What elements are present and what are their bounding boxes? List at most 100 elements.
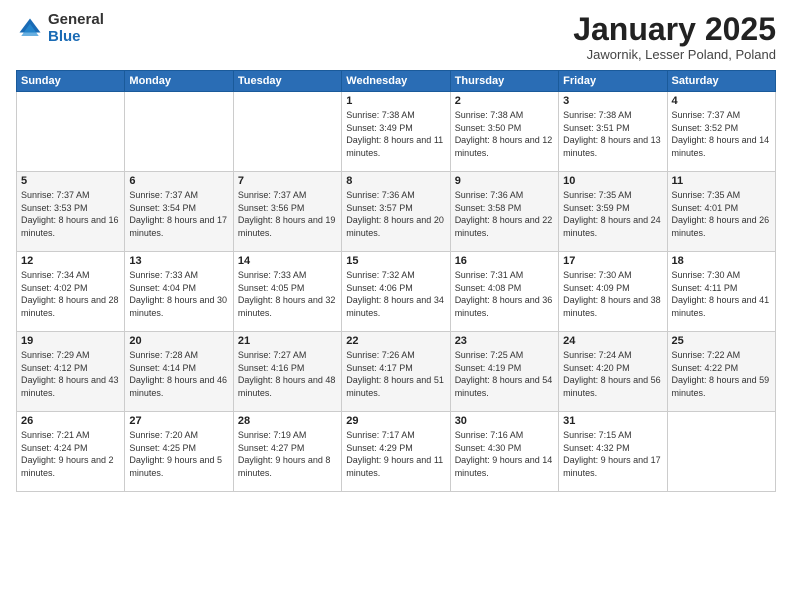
header: General Blue January 2025 Jawornik, Less…	[16, 12, 776, 62]
day-number: 14	[238, 255, 337, 267]
calendar-cell: 10 Sunrise: 7:35 AMSunset: 3:59 PMDayligh…	[559, 172, 667, 252]
day-info: Sunrise: 7:21 AMSunset: 4:24 PMDaylight:…	[21, 430, 114, 478]
calendar-cell: 18 Sunrise: 7:30 AMSunset: 4:11 PMDayligh…	[667, 252, 775, 332]
calendar-cell: 4 Sunrise: 7:37 AMSunset: 3:52 PMDaylight…	[667, 92, 775, 172]
day-number: 10	[563, 175, 662, 187]
calendar-cell: 12 Sunrise: 7:34 AMSunset: 4:02 PMDayligh…	[17, 252, 125, 332]
calendar-cell: 30 Sunrise: 7:16 AMSunset: 4:30 PMDayligh…	[450, 412, 558, 492]
day-info: Sunrise: 7:28 AMSunset: 4:14 PMDaylight:…	[129, 350, 227, 398]
day-info: Sunrise: 7:38 AMSunset: 3:50 PMDaylight:…	[455, 110, 553, 158]
day-info: Sunrise: 7:37 AMSunset: 3:52 PMDaylight:…	[672, 110, 770, 158]
calendar-table: Sunday Monday Tuesday Wednesday Thursday…	[16, 70, 776, 492]
day-info: Sunrise: 7:37 AMSunset: 3:54 PMDaylight:…	[129, 190, 227, 238]
calendar-cell: 11 Sunrise: 7:35 AMSunset: 4:01 PMDayligh…	[667, 172, 775, 252]
calendar-cell: 3 Sunrise: 7:38 AMSunset: 3:51 PMDaylight…	[559, 92, 667, 172]
day-number: 8	[346, 175, 445, 187]
day-info: Sunrise: 7:17 AMSunset: 4:29 PMDaylight:…	[346, 430, 443, 478]
day-info: Sunrise: 7:38 AMSunset: 3:51 PMDaylight:…	[563, 110, 661, 158]
calendar-cell: 16 Sunrise: 7:31 AMSunset: 4:08 PMDayligh…	[450, 252, 558, 332]
calendar-subtitle: Jawornik, Lesser Poland, Poland	[573, 47, 776, 62]
day-info: Sunrise: 7:36 AMSunset: 3:57 PMDaylight:…	[346, 190, 444, 238]
calendar-week-2: 5Sunrise: 7:37 AMSunset: 3:53 PMDaylight…	[17, 172, 776, 252]
day-info: Sunrise: 7:15 AMSunset: 4:32 PMDaylight:…	[563, 430, 661, 478]
calendar-cell: 15 Sunrise: 7:32 AMSunset: 4:06 PMDayligh…	[342, 252, 450, 332]
calendar-cell: 2Sunrise: 7:38 AMSunset: 3:50 PMDaylight…	[450, 92, 558, 172]
day-number: 28	[238, 415, 337, 427]
calendar-cell: 17 Sunrise: 7:30 AMSunset: 4:09 PMDayligh…	[559, 252, 667, 332]
day-number: 4	[672, 95, 771, 107]
calendar-cell: 23Sunrise: 7:25 AMSunset: 4:19 PMDayligh…	[450, 332, 558, 412]
day-info: Sunrise: 7:34 AMSunset: 4:02 PMDaylight:…	[21, 270, 119, 318]
calendar-week-1: 1 Sunrise: 7:38 AMSunset: 3:49 PMDaylight…	[17, 92, 776, 172]
calendar-title: January 2025	[573, 12, 776, 47]
calendar-cell: 24Sunrise: 7:24 AMSunset: 4:20 PMDayligh…	[559, 332, 667, 412]
day-info: Sunrise: 7:35 AMSunset: 3:59 PMDaylight:…	[563, 190, 661, 238]
calendar-week-5: 26 Sunrise: 7:21 AMSunset: 4:24 PMDayligh…	[17, 412, 776, 492]
day-info: Sunrise: 7:33 AMSunset: 4:05 PMDaylight:…	[238, 270, 336, 318]
calendar-week-3: 12 Sunrise: 7:34 AMSunset: 4:02 PMDayligh…	[17, 252, 776, 332]
day-info: Sunrise: 7:35 AMSunset: 4:01 PMDaylight:…	[672, 190, 770, 238]
day-number: 16	[455, 255, 554, 267]
day-number: 26	[21, 415, 120, 427]
calendar-cell: 20 Sunrise: 7:28 AMSunset: 4:14 PMDayligh…	[125, 332, 233, 412]
page: General Blue January 2025 Jawornik, Less…	[0, 0, 792, 612]
day-number: 11	[672, 175, 771, 187]
logo-icon	[16, 15, 44, 43]
day-number: 13	[129, 255, 228, 267]
calendar-cell: 27Sunrise: 7:20 AMSunset: 4:25 PMDayligh…	[125, 412, 233, 492]
day-number: 27	[129, 415, 228, 427]
col-monday: Monday	[125, 71, 233, 92]
logo-general-text: General	[48, 12, 104, 29]
day-number: 1	[346, 95, 445, 107]
calendar-cell: 9Sunrise: 7:36 AMSunset: 3:58 PMDaylight…	[450, 172, 558, 252]
col-thursday: Thursday	[450, 71, 558, 92]
calendar-cell	[233, 92, 341, 172]
day-info: Sunrise: 7:26 AMSunset: 4:17 PMDaylight:…	[346, 350, 444, 398]
calendar-week-4: 19Sunrise: 7:29 AMSunset: 4:12 PMDayligh…	[17, 332, 776, 412]
day-number: 29	[346, 415, 445, 427]
day-info: Sunrise: 7:37 AMSunset: 3:53 PMDaylight:…	[21, 190, 119, 238]
day-number: 15	[346, 255, 445, 267]
calendar-cell: 8 Sunrise: 7:36 AMSunset: 3:57 PMDaylight…	[342, 172, 450, 252]
calendar-cell	[667, 412, 775, 492]
day-info: Sunrise: 7:33 AMSunset: 4:04 PMDaylight:…	[129, 270, 227, 318]
header-row: Sunday Monday Tuesday Wednesday Thursday…	[17, 71, 776, 92]
day-info: Sunrise: 7:30 AMSunset: 4:11 PMDaylight:…	[672, 270, 770, 318]
calendar-cell: 25 Sunrise: 7:22 AMSunset: 4:22 PMDayligh…	[667, 332, 775, 412]
day-info: Sunrise: 7:16 AMSunset: 4:30 PMDaylight:…	[455, 430, 553, 478]
day-number: 25	[672, 335, 771, 347]
day-info: Sunrise: 7:31 AMSunset: 4:08 PMDaylight:…	[455, 270, 553, 318]
calendar-cell: 1 Sunrise: 7:38 AMSunset: 3:49 PMDaylight…	[342, 92, 450, 172]
day-info: Sunrise: 7:22 AMSunset: 4:22 PMDaylight:…	[672, 350, 770, 398]
day-number: 6	[129, 175, 228, 187]
day-number: 20	[129, 335, 228, 347]
calendar-cell: 7Sunrise: 7:37 AMSunset: 3:56 PMDaylight…	[233, 172, 341, 252]
day-info: Sunrise: 7:25 AMSunset: 4:19 PMDaylight:…	[455, 350, 553, 398]
calendar-cell: 31Sunrise: 7:15 AMSunset: 4:32 PMDayligh…	[559, 412, 667, 492]
day-info: Sunrise: 7:38 AMSunset: 3:49 PMDaylight:…	[346, 110, 443, 158]
calendar-cell: 29 Sunrise: 7:17 AMSunset: 4:29 PMDayligh…	[342, 412, 450, 492]
day-number: 24	[563, 335, 662, 347]
day-number: 12	[21, 255, 120, 267]
logo-blue-text: Blue	[48, 29, 104, 46]
col-friday: Friday	[559, 71, 667, 92]
col-sunday: Sunday	[17, 71, 125, 92]
calendar-cell: 13 Sunrise: 7:33 AMSunset: 4:04 PMDayligh…	[125, 252, 233, 332]
day-number: 3	[563, 95, 662, 107]
calendar-cell: 6 Sunrise: 7:37 AMSunset: 3:54 PMDaylight…	[125, 172, 233, 252]
day-info: Sunrise: 7:32 AMSunset: 4:06 PMDaylight:…	[346, 270, 444, 318]
calendar-cell: 26 Sunrise: 7:21 AMSunset: 4:24 PMDayligh…	[17, 412, 125, 492]
day-info: Sunrise: 7:30 AMSunset: 4:09 PMDaylight:…	[563, 270, 661, 318]
title-block: January 2025 Jawornik, Lesser Poland, Po…	[573, 12, 776, 62]
day-info: Sunrise: 7:36 AMSunset: 3:58 PMDaylight:…	[455, 190, 553, 238]
day-number: 7	[238, 175, 337, 187]
calendar-cell	[17, 92, 125, 172]
calendar-cell	[125, 92, 233, 172]
col-wednesday: Wednesday	[342, 71, 450, 92]
col-saturday: Saturday	[667, 71, 775, 92]
day-number: 30	[455, 415, 554, 427]
col-tuesday: Tuesday	[233, 71, 341, 92]
calendar-cell: 14 Sunrise: 7:33 AMSunset: 4:05 PMDayligh…	[233, 252, 341, 332]
day-number: 17	[563, 255, 662, 267]
day-number: 18	[672, 255, 771, 267]
